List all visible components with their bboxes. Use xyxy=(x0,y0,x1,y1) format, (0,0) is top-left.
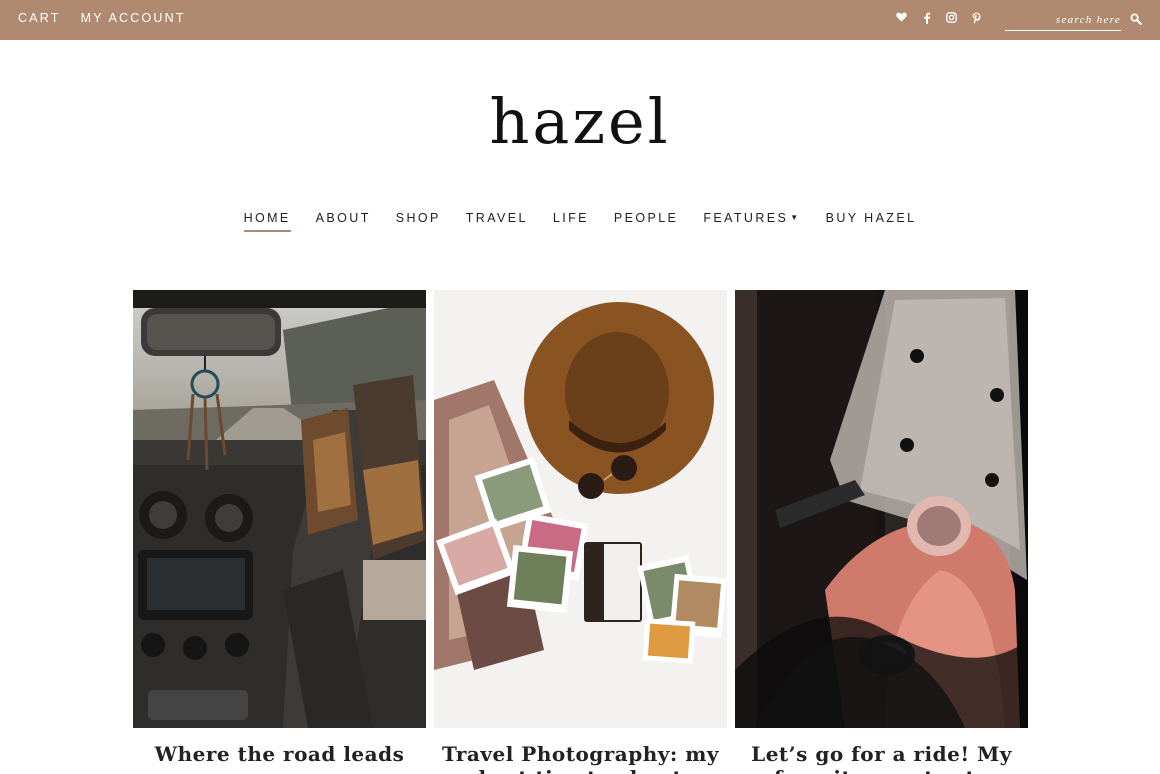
account-links: CART MY ACCOUNT xyxy=(18,11,186,25)
instagram-icon[interactable] xyxy=(945,12,958,26)
nav-item-features[interactable]: FEATURES ▼ xyxy=(703,211,800,230)
social-links xyxy=(895,12,983,26)
top-bar: CART MY ACCOUNT xyxy=(0,0,1160,40)
nav-item-travel[interactable]: TRAVEL xyxy=(466,211,528,230)
post-grid: Where the road leads you xyxy=(133,290,1028,774)
nav-item-home[interactable]: HOME xyxy=(243,211,291,232)
search-field xyxy=(1005,10,1121,31)
nav-item-people[interactable]: PEOPLE xyxy=(614,211,678,230)
heart-icon[interactable] xyxy=(895,12,908,26)
hat-and-polaroids-flatlay-photo[interactable] xyxy=(434,290,727,728)
pinterest-icon[interactable] xyxy=(970,12,983,26)
facebook-icon[interactable] xyxy=(920,12,933,26)
post-title[interactable]: Where the road leads you xyxy=(133,742,426,774)
nav-item-buy-hazel[interactable]: BUY HAZEL xyxy=(826,211,917,230)
post-card: Travel Photography: my best tips to shoo… xyxy=(434,290,727,774)
nav-item-shop[interactable]: SHOP xyxy=(396,211,441,230)
main-nav: HOME ABOUT SHOP TRAVEL LIFE PEOPLE FEATU… xyxy=(0,209,1160,232)
nav-item-features-label: FEATURES xyxy=(703,211,789,225)
post-card: Let’s go for a ride! My favorite scooter… xyxy=(735,290,1028,774)
nav-item-life[interactable]: LIFE xyxy=(553,211,589,230)
post-title[interactable]: Let’s go for a ride! My favorite scooter… xyxy=(735,742,1028,774)
post-title[interactable]: Travel Photography: my best tips to shoo… xyxy=(434,742,727,774)
pink-scooter-photo[interactable] xyxy=(735,290,1028,728)
cart-link[interactable]: CART xyxy=(18,11,61,25)
nav-item-about[interactable]: ABOUT xyxy=(316,211,371,230)
car-road-trip-photo[interactable] xyxy=(133,290,426,728)
post-card: Where the road leads you xyxy=(133,290,426,774)
caret-down-icon: ▼ xyxy=(790,213,801,222)
search-input[interactable] xyxy=(1005,10,1121,30)
search-icon[interactable] xyxy=(1130,12,1144,26)
site-logo[interactable]: hazel xyxy=(0,80,1160,164)
my-account-link[interactable]: MY ACCOUNT xyxy=(81,11,186,25)
